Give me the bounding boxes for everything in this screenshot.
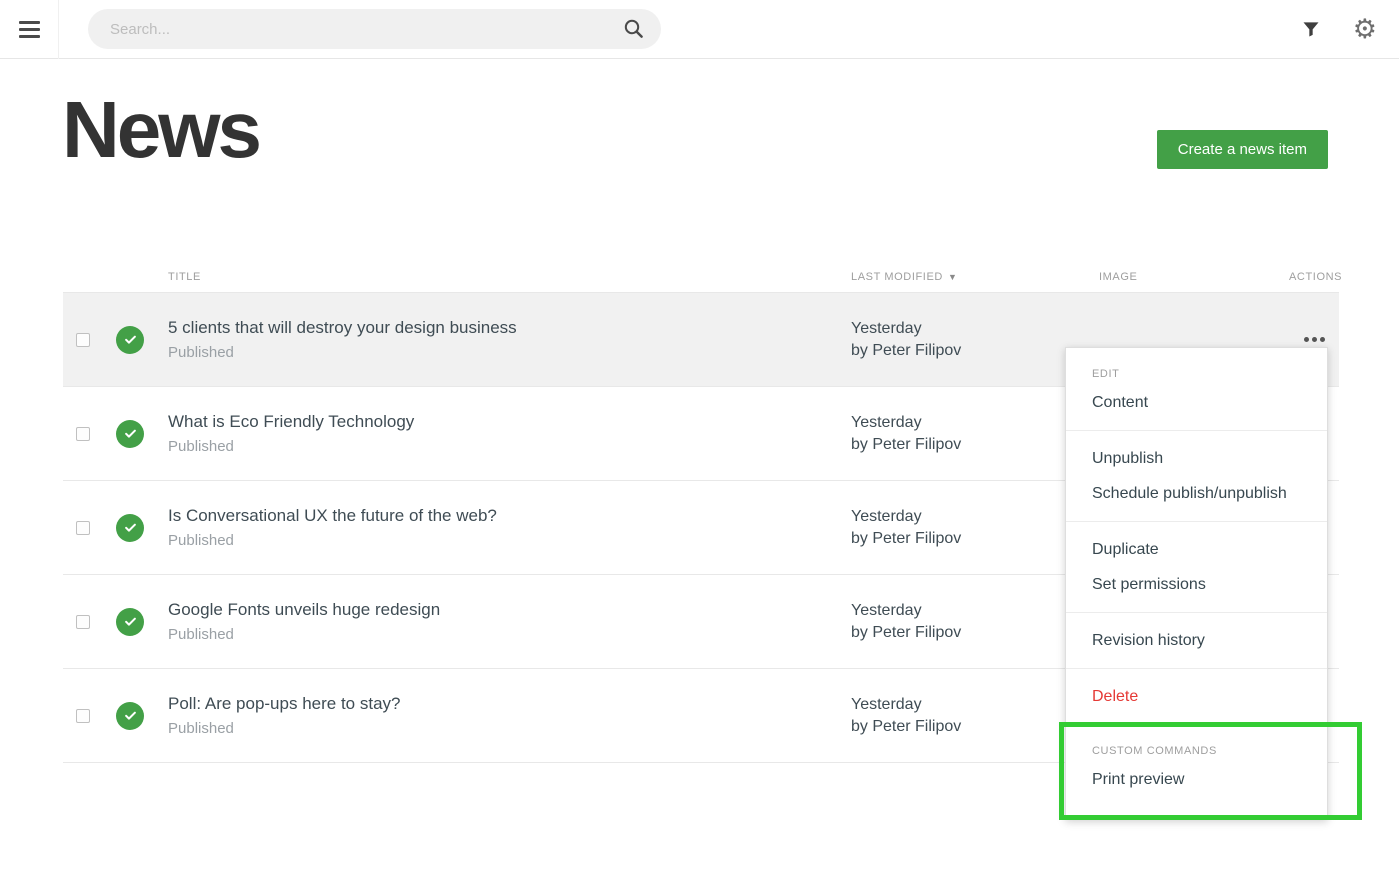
modified-by: by Peter Filipov	[851, 528, 1099, 550]
menu-section-custom-commands: CUSTOM COMMANDS Print preview	[1066, 724, 1327, 819]
modified-by: by Peter Filipov	[851, 340, 1099, 362]
settings-gear-icon[interactable]: ⚙	[1353, 16, 1377, 43]
row-checkbox[interactable]	[76, 427, 90, 441]
column-header-last-modified[interactable]: LAST MODIFIED ▼	[851, 271, 1099, 283]
menu-section-delete: Delete	[1066, 668, 1327, 724]
news-item-title[interactable]: Poll: Are pop-ups here to stay?	[168, 694, 851, 714]
row-checkbox[interactable]	[76, 709, 90, 723]
menu-item-duplicate[interactable]: Duplicate	[1066, 532, 1327, 567]
row-checkbox[interactable]	[76, 615, 90, 629]
sort-desc-icon[interactable]: ▼	[948, 272, 958, 282]
create-news-item-button[interactable]: Create a news item	[1157, 130, 1328, 169]
news-item-status: Published	[168, 532, 851, 549]
menu-item-content[interactable]: Content	[1066, 385, 1327, 420]
search-icon[interactable]	[623, 18, 645, 45]
column-header-actions: ACTIONS	[1289, 271, 1339, 283]
topbar: ⚙	[0, 0, 1399, 59]
menu-item-unpublish[interactable]: Unpublish	[1066, 441, 1327, 476]
news-item-status: Published	[168, 720, 851, 737]
news-item-status: Published	[168, 344, 851, 361]
news-item-status: Published	[168, 438, 851, 455]
news-item-title[interactable]: 5 clients that will destroy your design …	[168, 318, 851, 338]
column-header-title[interactable]: TITLE	[168, 271, 851, 283]
column-header-last-modified-label: LAST MODIFIED	[851, 271, 943, 283]
row-actions-context-menu: EDIT Content Unpublish Schedule publish/…	[1065, 347, 1328, 820]
news-item-title[interactable]: What is Eco Friendly Technology	[168, 412, 851, 432]
page-title: News	[62, 86, 259, 174]
menu-section-header-custom-commands: CUSTOM COMMANDS	[1066, 735, 1327, 762]
published-status-icon	[116, 420, 144, 448]
menu-section-header-edit: EDIT	[1066, 358, 1327, 385]
row-checkbox[interactable]	[76, 521, 90, 535]
published-status-icon	[116, 608, 144, 636]
search-bar	[88, 9, 661, 49]
news-item-title[interactable]: Google Fonts unveils huge redesign	[168, 600, 851, 620]
published-status-icon	[116, 326, 144, 354]
modified-date: Yesterday	[851, 694, 1099, 716]
table-header-row: TITLE LAST MODIFIED ▼ IMAGE ACTIONS	[63, 261, 1339, 292]
modified-date: Yesterday	[851, 318, 1099, 340]
menu-section-publish: Unpublish Schedule publish/unpublish	[1066, 430, 1327, 521]
topbar-actions: ⚙	[1301, 16, 1399, 43]
modified-by: by Peter Filipov	[851, 622, 1099, 644]
news-item-title[interactable]: Is Conversational UX the future of the w…	[168, 506, 851, 526]
menu-item-set-permissions[interactable]: Set permissions	[1066, 567, 1327, 602]
published-status-icon	[116, 702, 144, 730]
news-item-status: Published	[168, 626, 851, 643]
row-checkbox[interactable]	[76, 333, 90, 347]
menu-item-delete[interactable]: Delete	[1066, 679, 1327, 714]
modified-date: Yesterday	[851, 600, 1099, 622]
menu-section-history: Revision history	[1066, 612, 1327, 668]
filter-icon[interactable]	[1301, 19, 1321, 39]
modified-date: Yesterday	[851, 506, 1099, 528]
search-input[interactable]	[88, 21, 661, 38]
published-status-icon	[116, 514, 144, 542]
modified-by: by Peter Filipov	[851, 434, 1099, 456]
menu-item-revision-history[interactable]: Revision history	[1066, 623, 1327, 658]
modified-date: Yesterday	[851, 412, 1099, 434]
menu-section-edit: EDIT Content	[1066, 348, 1327, 430]
menu-section-manage: Duplicate Set permissions	[1066, 521, 1327, 612]
row-actions-button[interactable]	[1289, 337, 1339, 342]
menu-item-print-preview[interactable]: Print preview	[1066, 762, 1327, 797]
modified-by: by Peter Filipov	[851, 716, 1099, 738]
hamburger-menu-button[interactable]	[0, 0, 59, 59]
column-header-image: IMAGE	[1099, 271, 1289, 283]
menu-item-schedule-publish-unpublish[interactable]: Schedule publish/unpublish	[1066, 476, 1327, 511]
